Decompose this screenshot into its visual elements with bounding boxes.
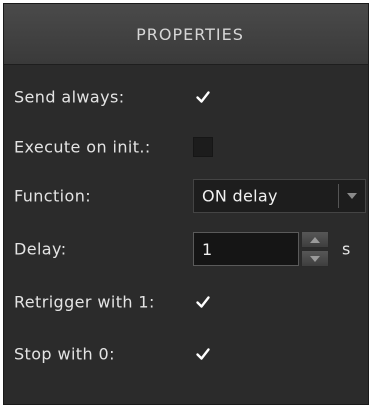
delay-label: Delay: (14, 239, 67, 259)
function-dropdown[interactable]: ON delay (193, 179, 366, 213)
delay-stepper (301, 231, 329, 267)
panel-header: PROPERTIES (4, 4, 368, 65)
delay-increment-button[interactable] (301, 231, 329, 248)
function-row: Function: ON delay (4, 176, 368, 216)
send-always-checkbox[interactable] (193, 87, 213, 107)
panel-title: PROPERTIES (136, 24, 244, 44)
send-always-row: Send always: (4, 77, 368, 117)
check-icon (196, 348, 210, 360)
properties-panel: PROPERTIES Send always: Execute on init.… (3, 3, 369, 405)
delay-input[interactable] (193, 232, 299, 266)
stop-with-0-label: Stop with 0: (14, 344, 115, 364)
delay-unit: s (342, 239, 351, 259)
execute-on-init-row: Execute on init.: (4, 127, 368, 167)
chevron-down-icon (347, 193, 357, 199)
chevron-down-icon (310, 255, 320, 262)
retrigger-checkbox[interactable] (193, 292, 213, 312)
delay-decrement-button[interactable] (301, 250, 329, 267)
stop-with-0-row: Stop with 0: (4, 334, 368, 374)
execute-on-init-label: Execute on init.: (14, 137, 151, 157)
function-dropdown-value: ON delay (202, 186, 278, 206)
check-icon (196, 91, 210, 103)
chevron-up-icon (310, 236, 320, 243)
delay-row: Delay: s (4, 229, 368, 269)
send-always-label: Send always: (14, 87, 125, 107)
stop-with-0-checkbox[interactable] (193, 344, 213, 364)
retrigger-row: Retrigger with 1: (4, 282, 368, 322)
retrigger-label: Retrigger with 1: (14, 292, 155, 312)
check-icon (196, 296, 210, 308)
dropdown-divider (338, 184, 339, 208)
execute-on-init-checkbox[interactable] (193, 137, 213, 157)
function-label: Function: (14, 186, 92, 206)
